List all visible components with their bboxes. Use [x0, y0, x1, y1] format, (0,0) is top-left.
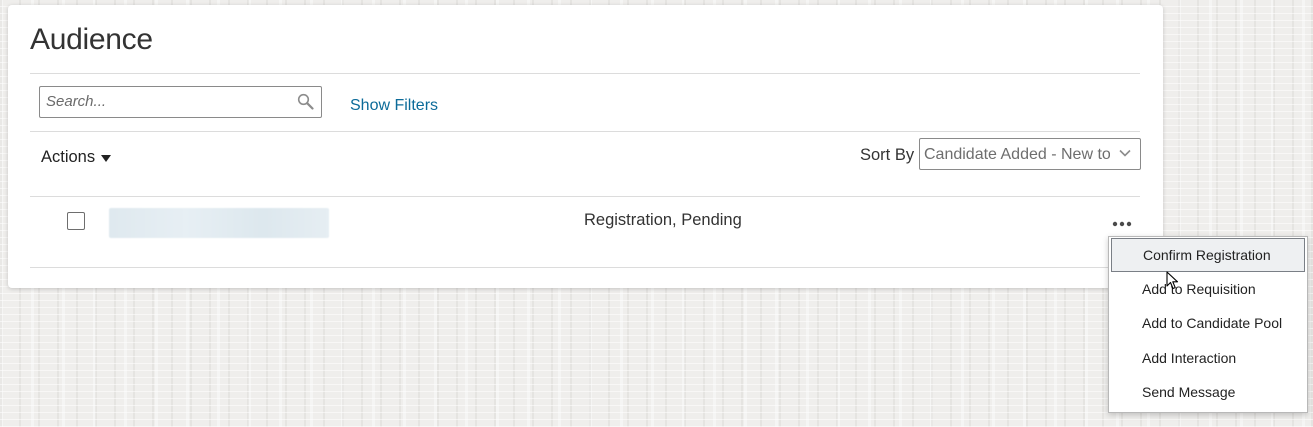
menu-item-confirm-registration[interactable]: Confirm Registration [1111, 238, 1305, 272]
sort-by-label: Sort By [860, 146, 915, 164]
mouse-cursor-icon [1166, 271, 1179, 290]
menu-item-add-to-requisition[interactable]: Add to Requisition [1109, 272, 1307, 306]
search-icon[interactable] [297, 93, 314, 110]
divider [30, 196, 1140, 197]
row-checkbox[interactable] [67, 212, 85, 230]
search-input[interactable] [46, 90, 286, 112]
actions-label: Actions [41, 148, 96, 166]
page-title: Audience [30, 23, 153, 56]
show-filters-link[interactable]: Show Filters [350, 97, 438, 115]
menu-item-send-message[interactable]: Send Message [1109, 375, 1307, 409]
caret-down-icon [101, 155, 112, 162]
sort-by-select[interactable]: Candidate Added - New to Old [919, 138, 1141, 170]
row-status: Registration, Pending [584, 211, 742, 229]
divider [30, 131, 1140, 132]
sort-by-value: Candidate Added - New to Old [924, 146, 1110, 163]
menu-item-add-to-candidate-pool[interactable]: Add to Candidate Pool [1109, 306, 1307, 340]
row-context-menu: Confirm Registration Add to Requisition … [1108, 236, 1308, 413]
audience-panel: Audience Show Filters Actions Sort By Ca… [8, 5, 1163, 288]
chevron-down-icon [1119, 149, 1131, 157]
divider [30, 267, 1140, 268]
candidate-name-redacted[interactable] [109, 208, 329, 238]
divider [30, 73, 1140, 74]
actions-menu-button[interactable]: Actions [41, 148, 112, 167]
more-options-icon[interactable] [1111, 219, 1133, 229]
menu-item-add-interaction[interactable]: Add Interaction [1109, 341, 1307, 375]
search-box[interactable] [39, 86, 322, 118]
